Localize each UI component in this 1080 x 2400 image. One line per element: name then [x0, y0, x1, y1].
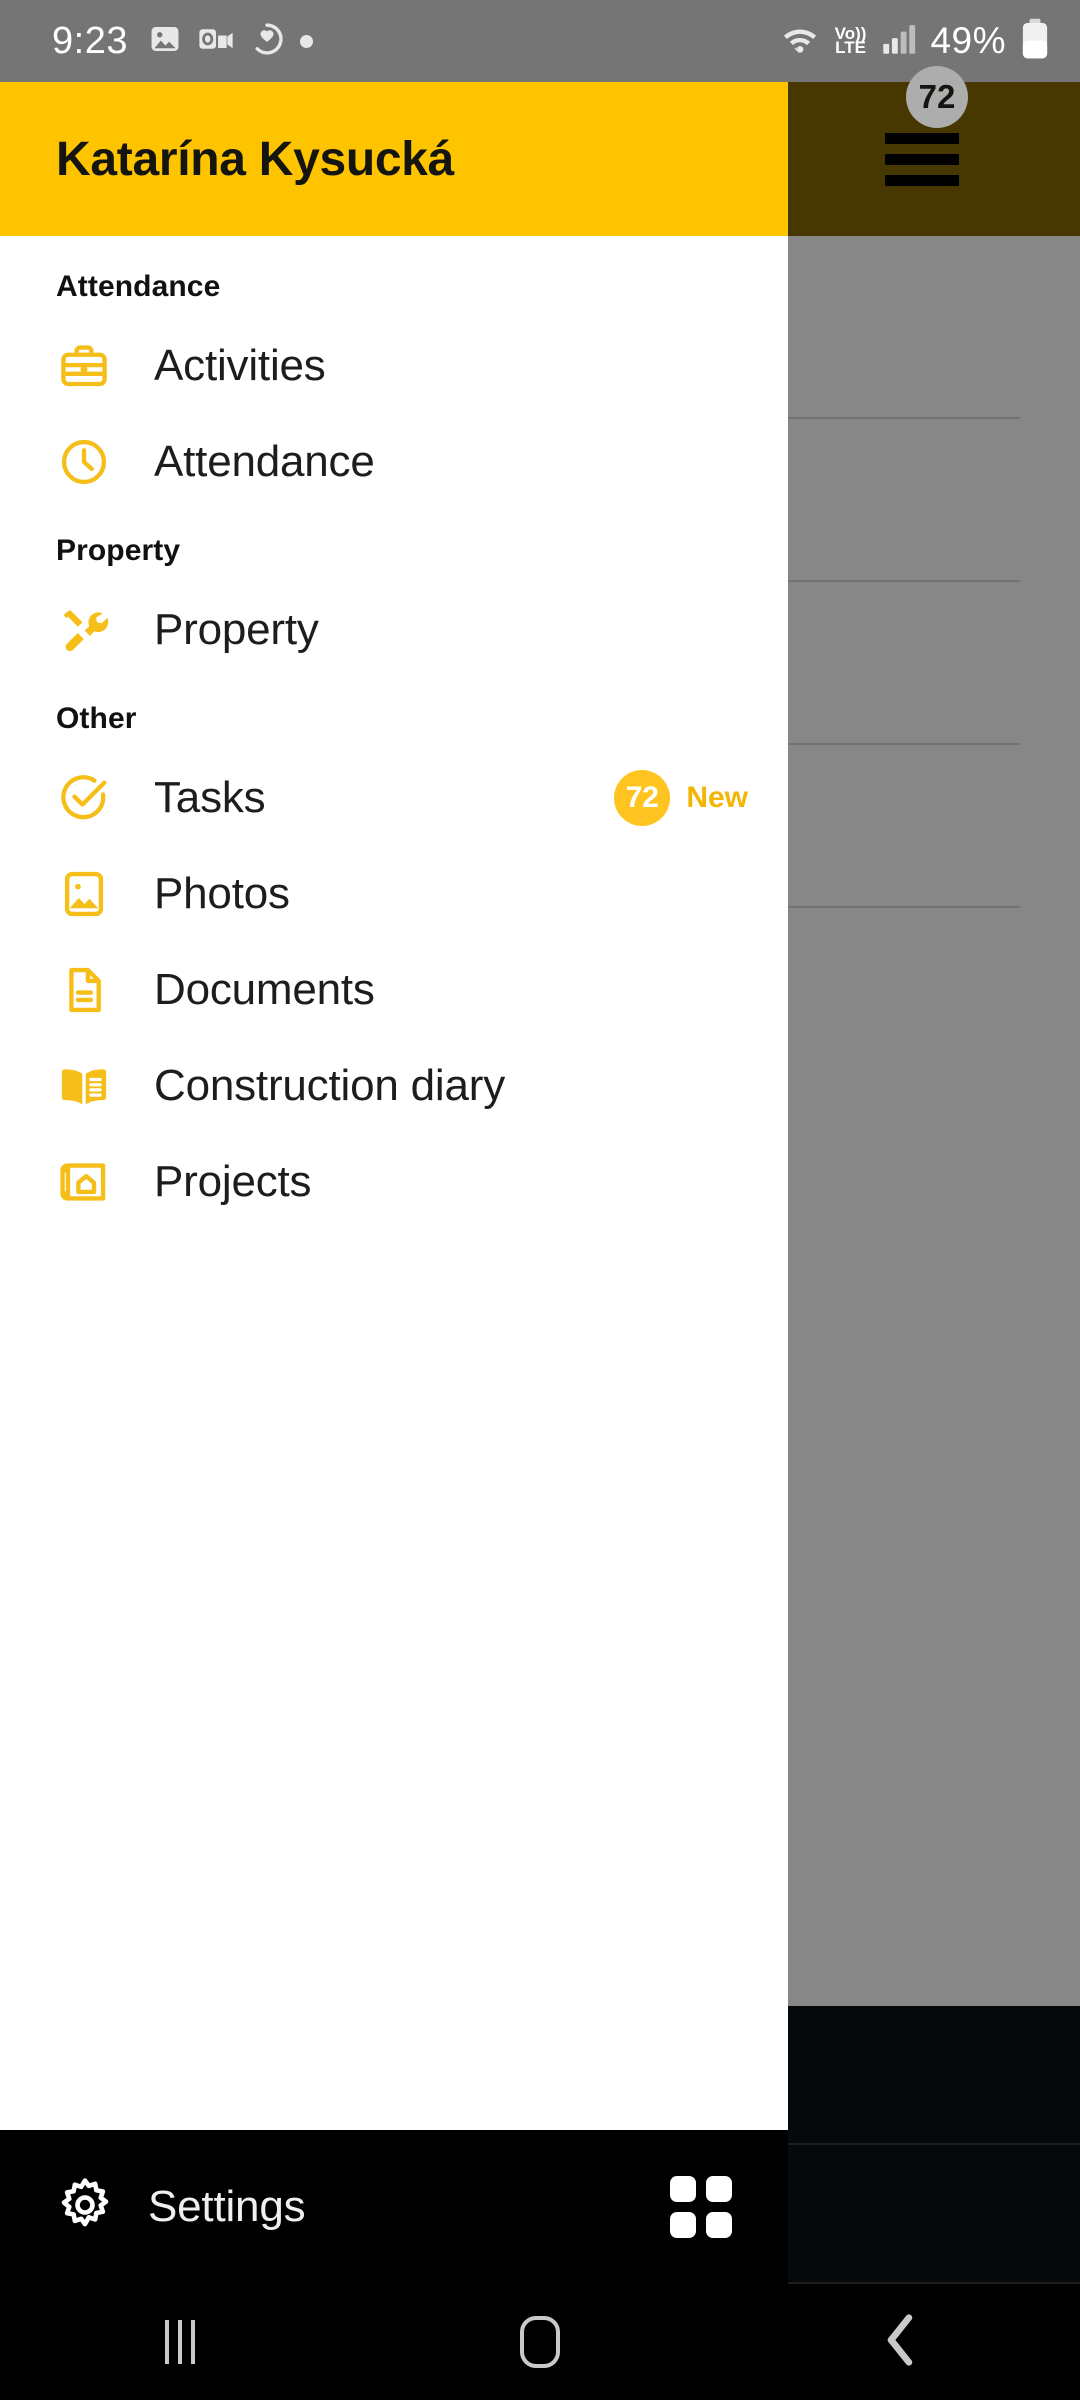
menu-item-label: Property — [154, 605, 319, 654]
section-header-other: Other — [56, 702, 137, 735]
drawer-menu: Attendance Activities Attendance Propert… — [0, 236, 788, 1230]
status-bar-clock: 9:23 — [52, 20, 128, 62]
status-bar-system-icons: Vo)) LTE 49% — [779, 18, 1050, 65]
dot-icon — [299, 34, 313, 48]
menu-item-construction-diary[interactable]: Construction diary — [0, 1038, 788, 1134]
tasks-new-label: New — [686, 781, 748, 814]
grid-icon[interactable] — [670, 2176, 732, 2238]
volte-icon: Vo)) LTE — [835, 25, 867, 57]
user-name: Katarína Kysucká — [56, 132, 455, 186]
menu-item-tasks[interactable]: Tasks 72 New — [0, 750, 788, 846]
menu-item-photos[interactable]: Photos — [0, 846, 788, 942]
tasks-count-badge: 72 — [614, 770, 671, 826]
tasks-badge-group: 72 New — [614, 770, 748, 826]
menu-item-label: Attendance — [154, 437, 375, 486]
wifi-icon — [779, 22, 821, 61]
status-bar-notification-icons — [148, 22, 313, 61]
home-icon — [520, 2316, 560, 2368]
navigation-drawer: Katarína Kysucká Attendance Activities A… — [0, 82, 788, 2284]
menu-item-label: Photos — [154, 869, 290, 918]
menu-item-attendance[interactable]: Attendance — [0, 414, 788, 510]
menu-item-projects[interactable]: Projects — [0, 1134, 788, 1230]
sleep-tracker-icon — [250, 22, 284, 61]
battery-icon — [1020, 18, 1050, 65]
hamburger-icon — [885, 130, 959, 188]
document-icon — [56, 962, 112, 1018]
battery-percentage: 49% — [930, 20, 1006, 61]
drawer-toggle-button[interactable]: 72 — [862, 66, 982, 236]
menu-item-property[interactable]: Property — [0, 582, 788, 678]
section-header-attendance: Attendance — [56, 270, 221, 303]
menu-item-label: Projects — [154, 1157, 312, 1206]
phone-screen: 9:23 Vo)) LTE 49% Katarína Kysucká Atten… — [0, 0, 1080, 2400]
gear-icon — [56, 2176, 114, 2239]
section-header-property: Property — [56, 534, 181, 567]
menu-item-documents[interactable]: Documents — [0, 942, 788, 1038]
settings-button[interactable]: Settings — [56, 2176, 306, 2239]
status-bar: 9:23 Vo)) LTE 49% — [0, 0, 1080, 82]
open-book-icon — [56, 1058, 112, 1114]
photos-icon — [148, 22, 182, 61]
menu-item-label: Tasks — [154, 773, 266, 822]
briefcase-icon — [56, 338, 112, 394]
image-icon — [56, 866, 112, 922]
recents-icon — [165, 2320, 195, 2364]
android-navigation-bar — [0, 2284, 1080, 2400]
drawer-header: Katarína Kysucká — [0, 82, 788, 236]
menu-item-activities[interactable]: Activities — [0, 318, 788, 414]
tools-icon — [56, 602, 112, 658]
blueprint-icon — [56, 1154, 112, 1210]
menu-item-label: Documents — [154, 965, 375, 1014]
menu-item-label: Activities — [154, 341, 326, 390]
bottom-bar: Settings — [0, 2130, 788, 2284]
signal-icon — [880, 22, 916, 61]
settings-label: Settings — [148, 2182, 306, 2231]
home-button[interactable] — [360, 2284, 720, 2400]
back-button[interactable] — [720, 2284, 1080, 2400]
back-icon — [877, 2311, 923, 2374]
check-circle-icon — [56, 770, 112, 826]
outlook-icon — [198, 23, 234, 60]
clock-icon — [56, 434, 112, 490]
menu-item-label: Construction diary — [154, 1061, 505, 1110]
menu-count-badge: 72 — [906, 66, 968, 128]
recents-button[interactable] — [0, 2284, 360, 2400]
volte-bottom: LTE — [835, 38, 866, 57]
